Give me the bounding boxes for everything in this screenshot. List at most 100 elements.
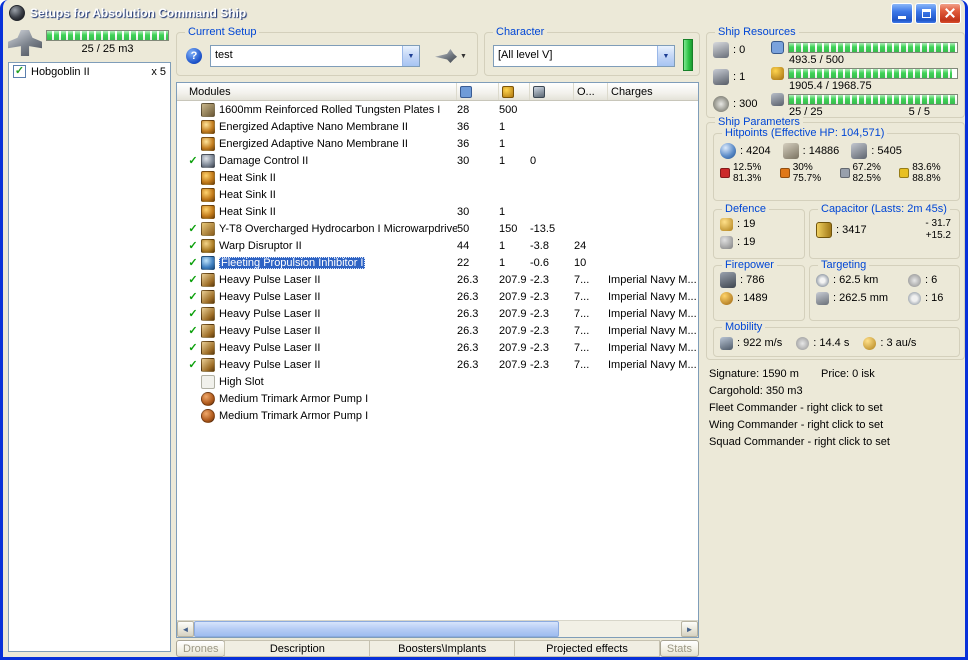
module-row[interactable]: Heat Sink II 30 1 [177, 203, 698, 220]
minimize-button[interactable] [891, 2, 913, 24]
horizontal-scrollbar[interactable]: ◄ ► [177, 620, 698, 637]
module-cpu-value: 26.3 [457, 290, 479, 303]
module-row[interactable]: ✓ Y-T8 Overcharged Hydrocarbon I Microwar… [177, 220, 698, 237]
module-icon-cell [201, 221, 219, 236]
module-powergrid-value: 1 [499, 137, 506, 150]
module-charge[interactable]: Imperial Navy M... [608, 342, 698, 354]
dropdown-arrow-icon[interactable]: ▼ [402, 46, 419, 66]
tab-projected-effects[interactable]: Projected effects [514, 640, 660, 657]
scrollbar-track[interactable] [194, 621, 681, 637]
charges-column-header[interactable]: Charges [608, 83, 698, 100]
scroll-left-button[interactable]: ◄ [177, 621, 194, 637]
ship-select-button[interactable]: ▼ [431, 43, 471, 69]
module-name[interactable]: Medium Trimark Armor Pump I [219, 393, 457, 405]
membrane-icon [201, 136, 215, 151]
module-charge[interactable]: Imperial Navy M... [608, 308, 698, 320]
module-name[interactable]: Heat Sink II [219, 172, 457, 184]
drone-name: Hobgoblin II [31, 65, 90, 78]
tab-stats[interactable]: Stats [659, 640, 699, 657]
module-name[interactable]: Medium Trimark Armor Pump I [219, 410, 457, 422]
character-skill-indicator [683, 39, 693, 71]
module-name[interactable]: Heat Sink II [219, 189, 457, 201]
module-name[interactable]: Damage Control II [219, 155, 457, 167]
module-icon-cell [201, 119, 219, 134]
bottom-tab-bar: Drones Description Boosters\Implants Pro… [176, 640, 699, 657]
fleet-commander-setter[interactable]: Fleet Commander - right click to set [709, 400, 965, 417]
window-title: Setups for Absolution Command Ship [30, 6, 247, 20]
module-name[interactable]: Fleeting Propulsion Inhibitor I [219, 256, 457, 269]
squad-commander-setter[interactable]: Squad Commander - right click to set [709, 434, 965, 451]
close-button[interactable] [939, 2, 961, 24]
module-row[interactable]: ✓ Heavy Pulse Laser II 26.3 207.9 -2.3 7... Im… [177, 305, 698, 322]
maximize-button[interactable] [915, 2, 937, 24]
minimize-icon [898, 15, 906, 19]
dropdown-arrow-icon[interactable]: ▼ [657, 46, 674, 66]
module-charge[interactable]: Imperial Navy M... [608, 291, 698, 303]
module-optimal-value: 10 [574, 256, 587, 269]
drone-list[interactable]: ✓ Hobgoblin II x 5 [8, 62, 171, 652]
em-resist-bottom-value: 81.3% [733, 173, 762, 184]
module-charge[interactable]: Imperial Navy M... [608, 359, 698, 371]
module-name[interactable]: Heavy Pulse Laser II [219, 359, 457, 371]
scrollbar-thumb[interactable] [194, 621, 560, 637]
tab-boosters-implants[interactable]: Boosters\Implants [369, 640, 516, 657]
module-name[interactable]: Heavy Pulse Laser II [219, 291, 457, 303]
module-row[interactable]: Medium Trimark Armor Pump I [177, 407, 698, 424]
tab-description[interactable]: Description [224, 640, 371, 657]
module-row[interactable]: ✓ Heavy Pulse Laser II 26.3 207.9 -2.3 7... Im… [177, 288, 698, 305]
module-row[interactable]: Energized Adaptive Nano Membrane II 36 1 [177, 135, 698, 152]
drone-checkbox[interactable]: ✓ [13, 65, 26, 78]
module-name[interactable]: Heavy Pulse Laser II [219, 325, 457, 337]
powergrid-column-header[interactable] [499, 83, 530, 100]
module-name[interactable]: Y-T8 Overcharged Hydrocarbon I Microwarp… [219, 223, 457, 235]
explosive-resist-icon [899, 168, 910, 178]
module-name[interactable]: 1600mm Reinforced Rolled Tungsten Plates… [219, 104, 457, 116]
setup-select[interactable]: test ▼ [210, 45, 420, 67]
character-select[interactable]: [All level V] ▼ [493, 45, 675, 67]
module-row[interactable]: ✓ Heavy Pulse Laser II 26.3 207.9 -2.3 7... Im… [177, 271, 698, 288]
optimal-column-header[interactable]: O... [574, 83, 608, 100]
capacitor-column-header[interactable] [530, 83, 574, 100]
module-row[interactable]: Heat Sink II [177, 186, 698, 203]
help-icon[interactable]: ? [186, 48, 202, 64]
tab-drones[interactable]: Drones [176, 640, 226, 657]
module-row[interactable]: Heat Sink II [177, 169, 698, 186]
module-row[interactable]: Medium Trimark Armor Pump I [177, 390, 698, 407]
module-row[interactable]: High Slot [177, 373, 698, 390]
modules-table-header[interactable]: Modules O... Charges [177, 83, 698, 101]
module-icon-cell [201, 306, 219, 321]
max-targets-value: : 6 [925, 274, 938, 286]
module-cpu-value: 44 [457, 239, 470, 252]
module-name[interactable]: High Slot [219, 376, 457, 388]
modules-column-header[interactable]: Modules [177, 83, 457, 100]
speed-icon [720, 336, 733, 350]
wing-commander-setter[interactable]: Wing Commander - right click to set [709, 417, 965, 434]
module-name[interactable]: Heavy Pulse Laser II [219, 274, 457, 286]
module-cpu-value: 50 [457, 222, 470, 235]
module-name[interactable]: Energized Adaptive Nano Membrane II [219, 121, 457, 133]
module-charge[interactable]: Imperial Navy M... [608, 325, 698, 337]
module-row[interactable]: 1600mm Reinforced Rolled Tungsten Plates… [177, 101, 698, 118]
module-name[interactable]: Heat Sink II [219, 206, 457, 218]
module-row[interactable]: Energized Adaptive Nano Membrane II 36 1 [177, 118, 698, 135]
module-row[interactable]: ✓ Heavy Pulse Laser II 26.3 207.9 -2.3 7... Im… [177, 339, 698, 356]
module-charge[interactable]: Imperial Navy M... [608, 274, 698, 286]
scroll-right-button[interactable]: ► [681, 621, 698, 637]
module-name[interactable]: Energized Adaptive Nano Membrane II [219, 138, 457, 150]
module-row[interactable]: ✓ Fleeting Propulsion Inhibitor I 22 1 -0.6 1… [177, 254, 698, 271]
module-powergrid-value: 500 [499, 103, 518, 116]
laser-icon [201, 323, 215, 338]
module-row[interactable]: ✓ Warp Disruptor II 44 1 -3.8 24 [177, 237, 698, 254]
cpu-bar [788, 42, 958, 53]
module-cpu-value: 22 [457, 256, 470, 269]
module-row[interactable]: ✓ Heavy Pulse Laser II 26.3 207.9 -2.3 7... Im… [177, 322, 698, 339]
module-name[interactable]: Heavy Pulse Laser II [219, 342, 457, 354]
title-bar[interactable]: Setups for Absolution Command Ship [3, 0, 965, 26]
module-name[interactable]: Warp Disruptor II [219, 240, 457, 252]
module-row[interactable]: ✓ Heavy Pulse Laser II 26.3 207.9 -2.3 7... Im… [177, 356, 698, 373]
defence-group: Defence : 19 : 19 [713, 203, 805, 259]
drone-list-item[interactable]: ✓ Hobgoblin II x 5 [9, 63, 170, 80]
module-name[interactable]: Heavy Pulse Laser II [219, 308, 457, 320]
module-row[interactable]: ✓ Damage Control II 30 1 0 [177, 152, 698, 169]
cpu-column-header[interactable] [457, 83, 499, 100]
